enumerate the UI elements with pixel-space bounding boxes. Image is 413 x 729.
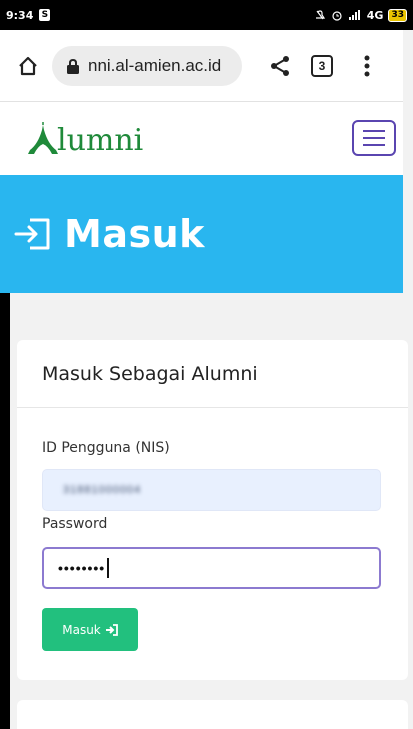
battery-icon: 33: [388, 8, 407, 22]
home-icon: [19, 56, 37, 75]
status-icons: 4G 33: [314, 8, 407, 22]
nis-input[interactable]: 31881000004: [42, 469, 381, 511]
alarm-icon: [332, 11, 342, 21]
hamburger-icon-bar: [363, 137, 385, 139]
status-bar: 9:34 S 4G 33: [0, 0, 413, 30]
notification-icon: S: [39, 9, 51, 21]
card-title: Masuk Sebagai Alumni: [42, 362, 258, 385]
browser-toolbar: nni.al-amien.ac.id 3: [0, 30, 403, 102]
login-card: Masuk Sebagai Alumni ID Pengguna (NIS) 3…: [17, 340, 408, 680]
signal-icon: [348, 10, 360, 20]
address-bar[interactable]: nni.al-amien.ac.id: [52, 45, 242, 86]
tab-switcher-button[interactable]: 3: [311, 54, 333, 77]
site-header: lumni: [0, 102, 403, 175]
network-type: 4G: [366, 8, 384, 22]
nis-value: 31881000004: [63, 484, 142, 496]
submit-button[interactable]: Masuk: [42, 608, 138, 651]
browser-menu-button[interactable]: [357, 50, 377, 82]
sign-in-icon: [105, 623, 118, 636]
mute-icon: [315, 10, 325, 20]
mosque-dome-icon: [28, 121, 58, 154]
text-caret: [107, 558, 110, 578]
hamburger-icon-bar: [363, 144, 385, 146]
password-label: Password: [42, 516, 108, 532]
home-button[interactable]: [4, 42, 52, 90]
sign-in-icon: [14, 218, 50, 250]
lock-icon: [67, 58, 79, 74]
share-icon: [271, 55, 289, 76]
nav-menu-button[interactable]: [352, 120, 396, 156]
card-header: Masuk Sebagai Alumni: [17, 340, 408, 408]
more-vert-icon: [364, 55, 370, 76]
status-time: 9:34: [6, 8, 34, 22]
url-text: nni.al-amien.ac.id: [88, 55, 222, 75]
page-title: Masuk: [64, 212, 205, 256]
submit-label: Masuk: [62, 622, 101, 637]
hamburger-icon-bar: [363, 130, 385, 132]
secondary-card: [17, 700, 408, 729]
logo-text: lumni: [57, 122, 144, 158]
nis-label: ID Pengguna (NIS): [42, 440, 170, 456]
password-value: ••••••••: [58, 560, 106, 576]
hero-banner: Masuk: [0, 175, 403, 293]
password-input[interactable]: ••••••••: [42, 547, 381, 589]
site-logo[interactable]: lumni: [26, 121, 144, 158]
share-button[interactable]: [264, 50, 296, 82]
